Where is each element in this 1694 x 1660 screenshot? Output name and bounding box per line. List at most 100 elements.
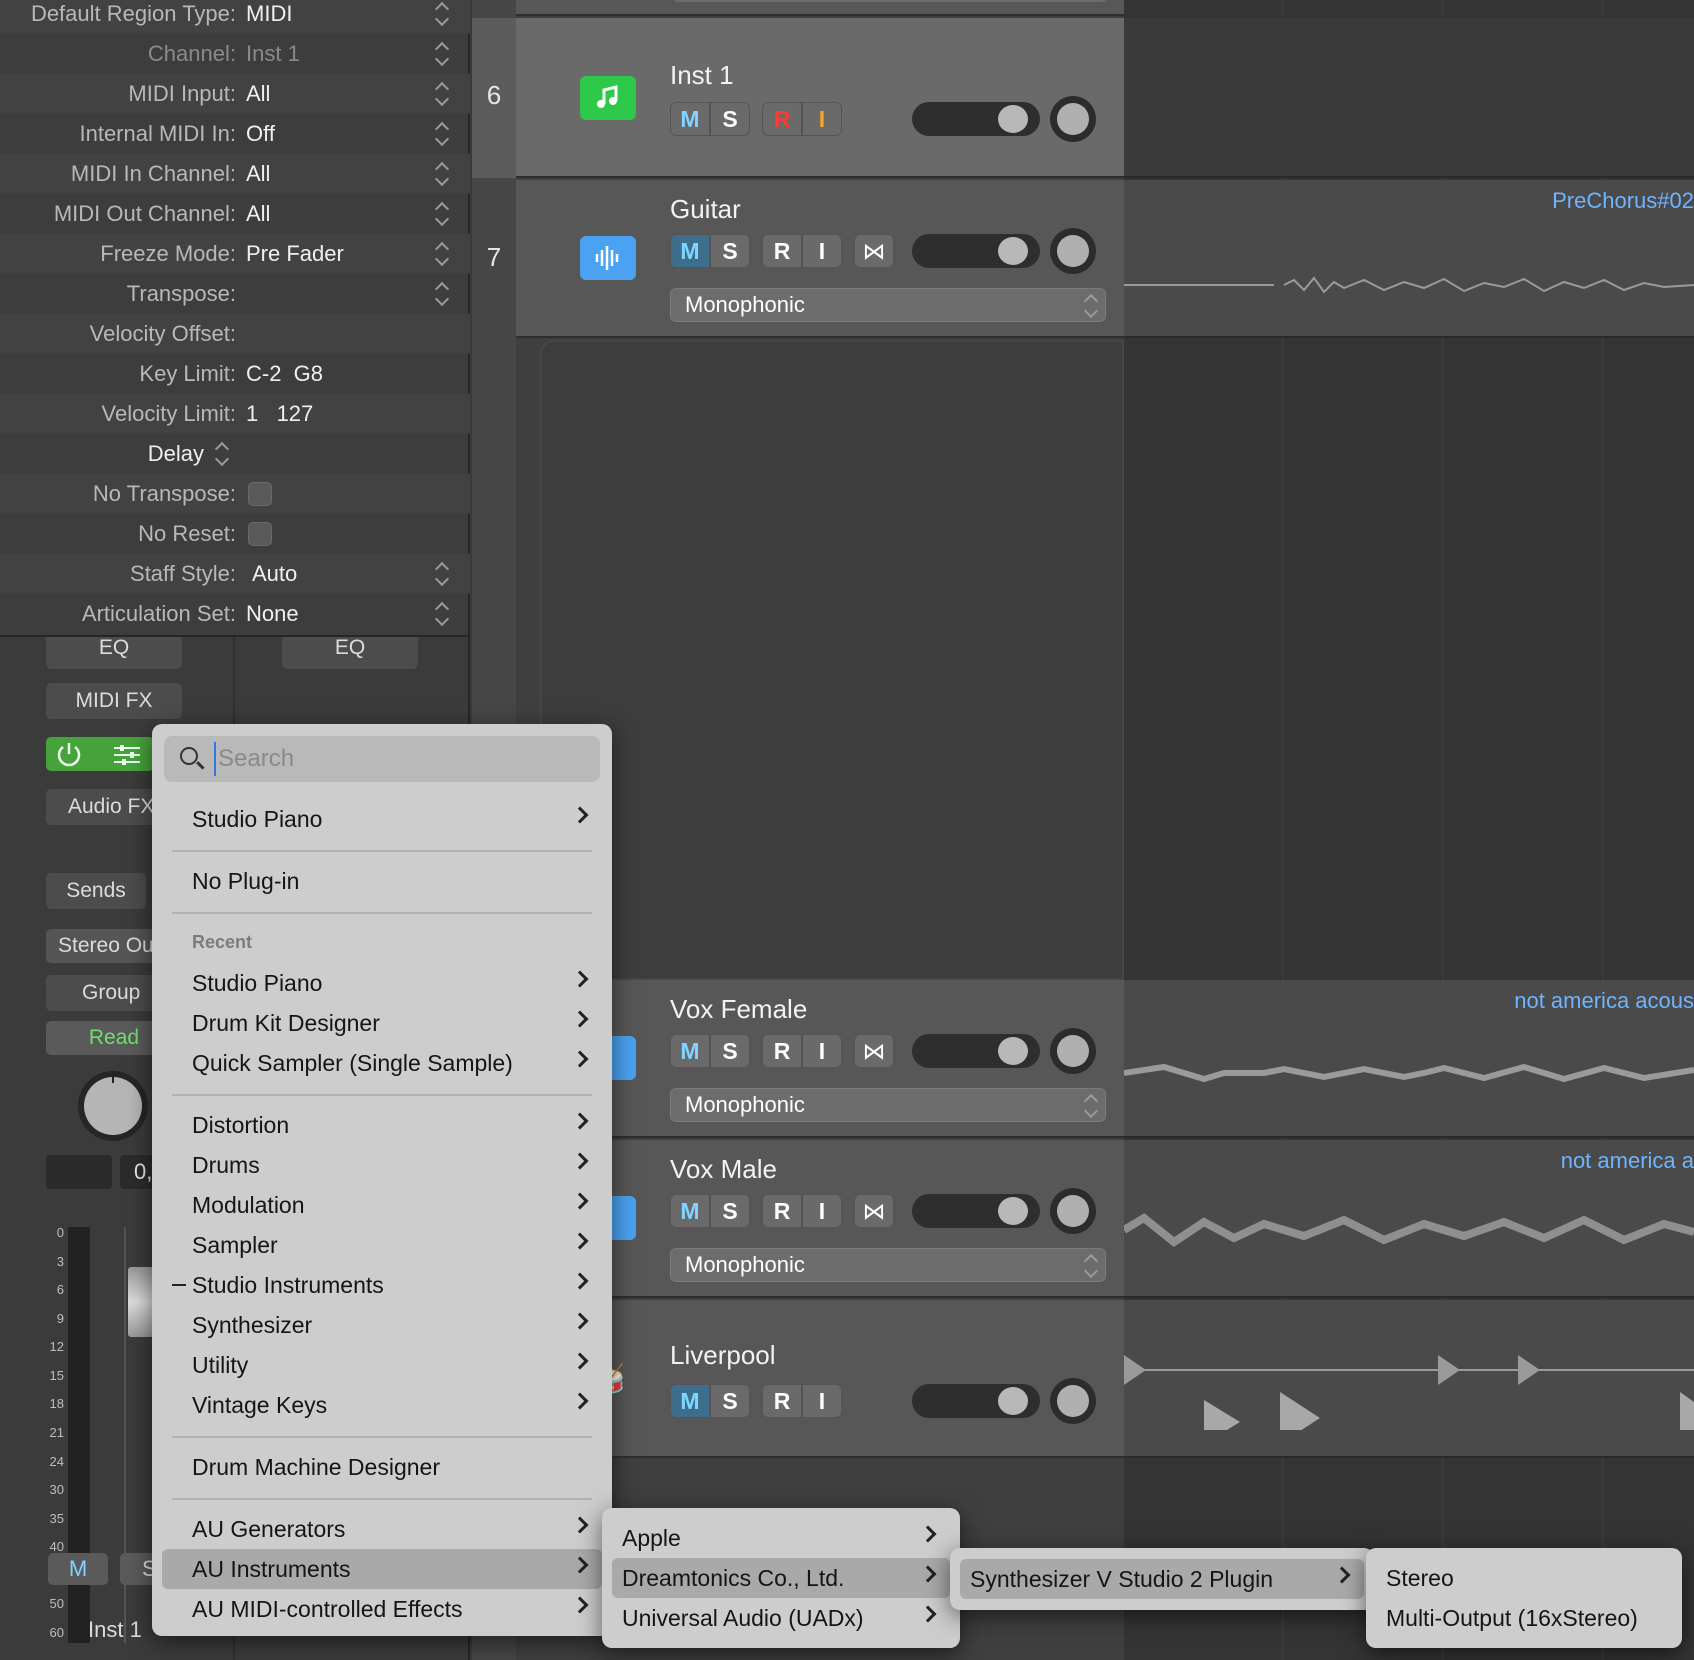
no-transpose-checkbox[interactable] xyxy=(248,482,272,506)
track-volume-slider[interactable] xyxy=(912,102,1040,136)
track-header-inst-1[interactable]: Inst 1 M S R I xyxy=(516,18,1124,178)
record-enable-button[interactable]: R xyxy=(762,1384,802,1418)
inspector-row-internal-midi-in[interactable]: Internal MIDI In: Off xyxy=(0,114,470,154)
inspector-row-no-reset[interactable]: No Reset: xyxy=(0,514,470,554)
menu-item-utility[interactable]: Utility xyxy=(152,1345,612,1385)
pan-knob[interactable] xyxy=(78,1071,148,1141)
menu-item-stereo[interactable]: Stereo xyxy=(1366,1558,1682,1598)
input-monitor-button[interactable]: I xyxy=(802,102,842,136)
stepper-icon[interactable] xyxy=(434,281,450,307)
inspector-row-freeze-mode[interactable]: Freeze Mode: Pre Fader xyxy=(0,234,470,274)
stepper-icon[interactable] xyxy=(434,201,450,227)
sends-button[interactable]: Sends xyxy=(46,873,146,909)
track-name[interactable]: Vox Female xyxy=(670,994,807,1025)
inspector-row-velocity-offset[interactable]: Velocity Offset: xyxy=(0,314,470,354)
track-pan-knob[interactable] xyxy=(1050,1028,1096,1074)
mute-button[interactable]: M xyxy=(670,1384,710,1418)
track-pan-knob[interactable] xyxy=(1050,1188,1096,1234)
track-name[interactable]: Vox Male xyxy=(670,1154,777,1185)
strip-mute-button[interactable]: M xyxy=(48,1553,108,1585)
menu-item-studio-piano[interactable]: Studio Piano xyxy=(152,799,612,839)
menu-item-dreamtonics[interactable]: Dreamtonics Co., Ltd. xyxy=(612,1558,950,1598)
flex-mode-popup[interactable]: Monophonic xyxy=(670,1088,1106,1122)
record-enable-button[interactable]: R xyxy=(762,1034,802,1068)
sliders-icon[interactable] xyxy=(112,739,142,769)
volume-fader-handle[interactable] xyxy=(128,1267,154,1337)
input-monitor-button[interactable]: I xyxy=(802,1384,842,1418)
lane-liverpool[interactable] xyxy=(1124,1300,1694,1458)
menu-item-drum-kit-designer[interactable]: Drum Kit Designer xyxy=(152,1003,612,1043)
menu-item-drum-machine-designer[interactable]: Drum Machine Designer xyxy=(152,1447,612,1487)
lane-guitar[interactable]: PreChorus#02 xyxy=(1124,180,1694,338)
flex-icon[interactable]: ⋈ xyxy=(854,234,894,268)
track-volume-slider[interactable] xyxy=(912,234,1040,268)
region-name[interactable]: PreChorus#02 xyxy=(1552,188,1694,214)
lane-inst-1[interactable] xyxy=(1124,18,1694,178)
stepper-icon[interactable] xyxy=(434,241,450,267)
input-monitor-button[interactable]: I xyxy=(802,1034,842,1068)
track-header-guitar[interactable]: Guitar M S R I ⋈ Monophonic xyxy=(516,180,1124,338)
record-enable-button[interactable]: R xyxy=(762,1194,802,1228)
flex-mode-popup[interactable]: Monophonic xyxy=(670,288,1106,322)
flex-icon[interactable]: ⋈ xyxy=(854,1034,894,1068)
stepper-icon[interactable] xyxy=(434,41,450,67)
stepper-icon[interactable] xyxy=(434,161,450,187)
inspector-row-midi-in-channel[interactable]: MIDI In Channel: All xyxy=(0,154,470,194)
inspector-row-staff-style[interactable]: Staff Style: Auto xyxy=(0,554,470,594)
inspector-row-midi-input[interactable]: MIDI Input: All xyxy=(0,74,470,114)
menu-item-no-plugin[interactable]: No Plug-in xyxy=(152,861,612,901)
flex-icon[interactable]: ⋈ xyxy=(854,1194,894,1228)
track-name[interactable]: Guitar xyxy=(670,194,741,225)
mute-button[interactable]: M xyxy=(670,1034,710,1068)
power-icon[interactable] xyxy=(54,739,84,769)
inspector-row-delay[interactable]: Delay xyxy=(0,434,470,474)
region-name[interactable]: not america acous xyxy=(1514,988,1694,1014)
menu-item-universal-audio[interactable]: Universal Audio (UADx) xyxy=(602,1598,960,1638)
search-input[interactable] xyxy=(214,742,584,776)
input-monitor-button[interactable]: I xyxy=(802,234,842,268)
input-monitor-button[interactable]: I xyxy=(802,1194,842,1228)
menu-item-synthesizer[interactable]: Synthesizer xyxy=(152,1305,612,1345)
menu-item-quick-sampler[interactable]: Quick Sampler (Single Sample) xyxy=(152,1043,612,1083)
menu-item-synthesizer-v-studio-2[interactable]: Synthesizer V Studio 2 Plugin xyxy=(960,1559,1364,1599)
stepper-icon[interactable] xyxy=(434,81,450,107)
menu-item-recent-studio-piano[interactable]: Studio Piano xyxy=(152,963,612,1003)
menu-item-drums[interactable]: Drums xyxy=(152,1145,612,1185)
menu-item-apple[interactable]: Apple xyxy=(602,1518,960,1558)
menu-item-vintage-keys[interactable]: Vintage Keys xyxy=(152,1385,612,1425)
lane-vox-male[interactable]: not america a xyxy=(1124,1140,1694,1298)
mute-button[interactable]: M xyxy=(670,102,710,136)
inspector-row-transpose[interactable]: Transpose: xyxy=(0,274,470,314)
solo-button[interactable]: S xyxy=(710,1194,750,1228)
inspector-row-key-limit[interactable]: Key Limit: C-2 G8 xyxy=(0,354,470,394)
inspector-row-channel[interactable]: Channel: Inst 1 xyxy=(0,34,470,74)
flex-mode-popup[interactable]: Monophonic xyxy=(670,1248,1106,1282)
track-pan-knob[interactable] xyxy=(1050,1378,1096,1424)
solo-button[interactable]: S xyxy=(710,1384,750,1418)
plugin-search-field[interactable] xyxy=(164,736,600,782)
menu-item-au-midi-controlled-effects[interactable]: AU MIDI-controlled Effects xyxy=(152,1589,612,1629)
menu-item-au-instruments[interactable]: AU Instruments xyxy=(162,1549,602,1589)
inspector-row-no-transpose[interactable]: No Transpose: xyxy=(0,474,470,514)
menu-item-sampler[interactable]: Sampler xyxy=(152,1225,612,1265)
region-name[interactable]: not america a xyxy=(1561,1148,1694,1174)
record-enable-button[interactable]: R xyxy=(762,102,802,136)
mute-button[interactable]: M xyxy=(670,1194,710,1228)
menu-item-studio-instruments[interactable]: Studio Instruments xyxy=(152,1265,612,1305)
solo-button[interactable]: S xyxy=(710,1034,750,1068)
no-reset-checkbox[interactable] xyxy=(248,522,272,546)
lane-vox-female[interactable]: not america acous xyxy=(1124,980,1694,1138)
inspector-row-midi-out-channel[interactable]: MIDI Out Channel: All xyxy=(0,194,470,234)
menu-item-multi-output[interactable]: Multi-Output (16xStereo) xyxy=(1366,1598,1682,1638)
track-pan-knob[interactable] xyxy=(1050,228,1096,274)
track-volume-slider[interactable] xyxy=(912,1194,1040,1228)
track-volume-slider[interactable] xyxy=(912,1384,1040,1418)
track-name[interactable]: Liverpool xyxy=(670,1340,776,1371)
stepper-icon[interactable] xyxy=(434,1,450,27)
track-volume-slider[interactable] xyxy=(912,1034,1040,1068)
stepper-icon[interactable] xyxy=(214,441,230,467)
menu-item-au-generators[interactable]: AU Generators xyxy=(152,1509,612,1549)
track-name[interactable]: Inst 1 xyxy=(670,60,734,91)
midi-fx-button[interactable]: MIDI FX xyxy=(46,683,182,719)
solo-button[interactable]: S xyxy=(710,102,750,136)
